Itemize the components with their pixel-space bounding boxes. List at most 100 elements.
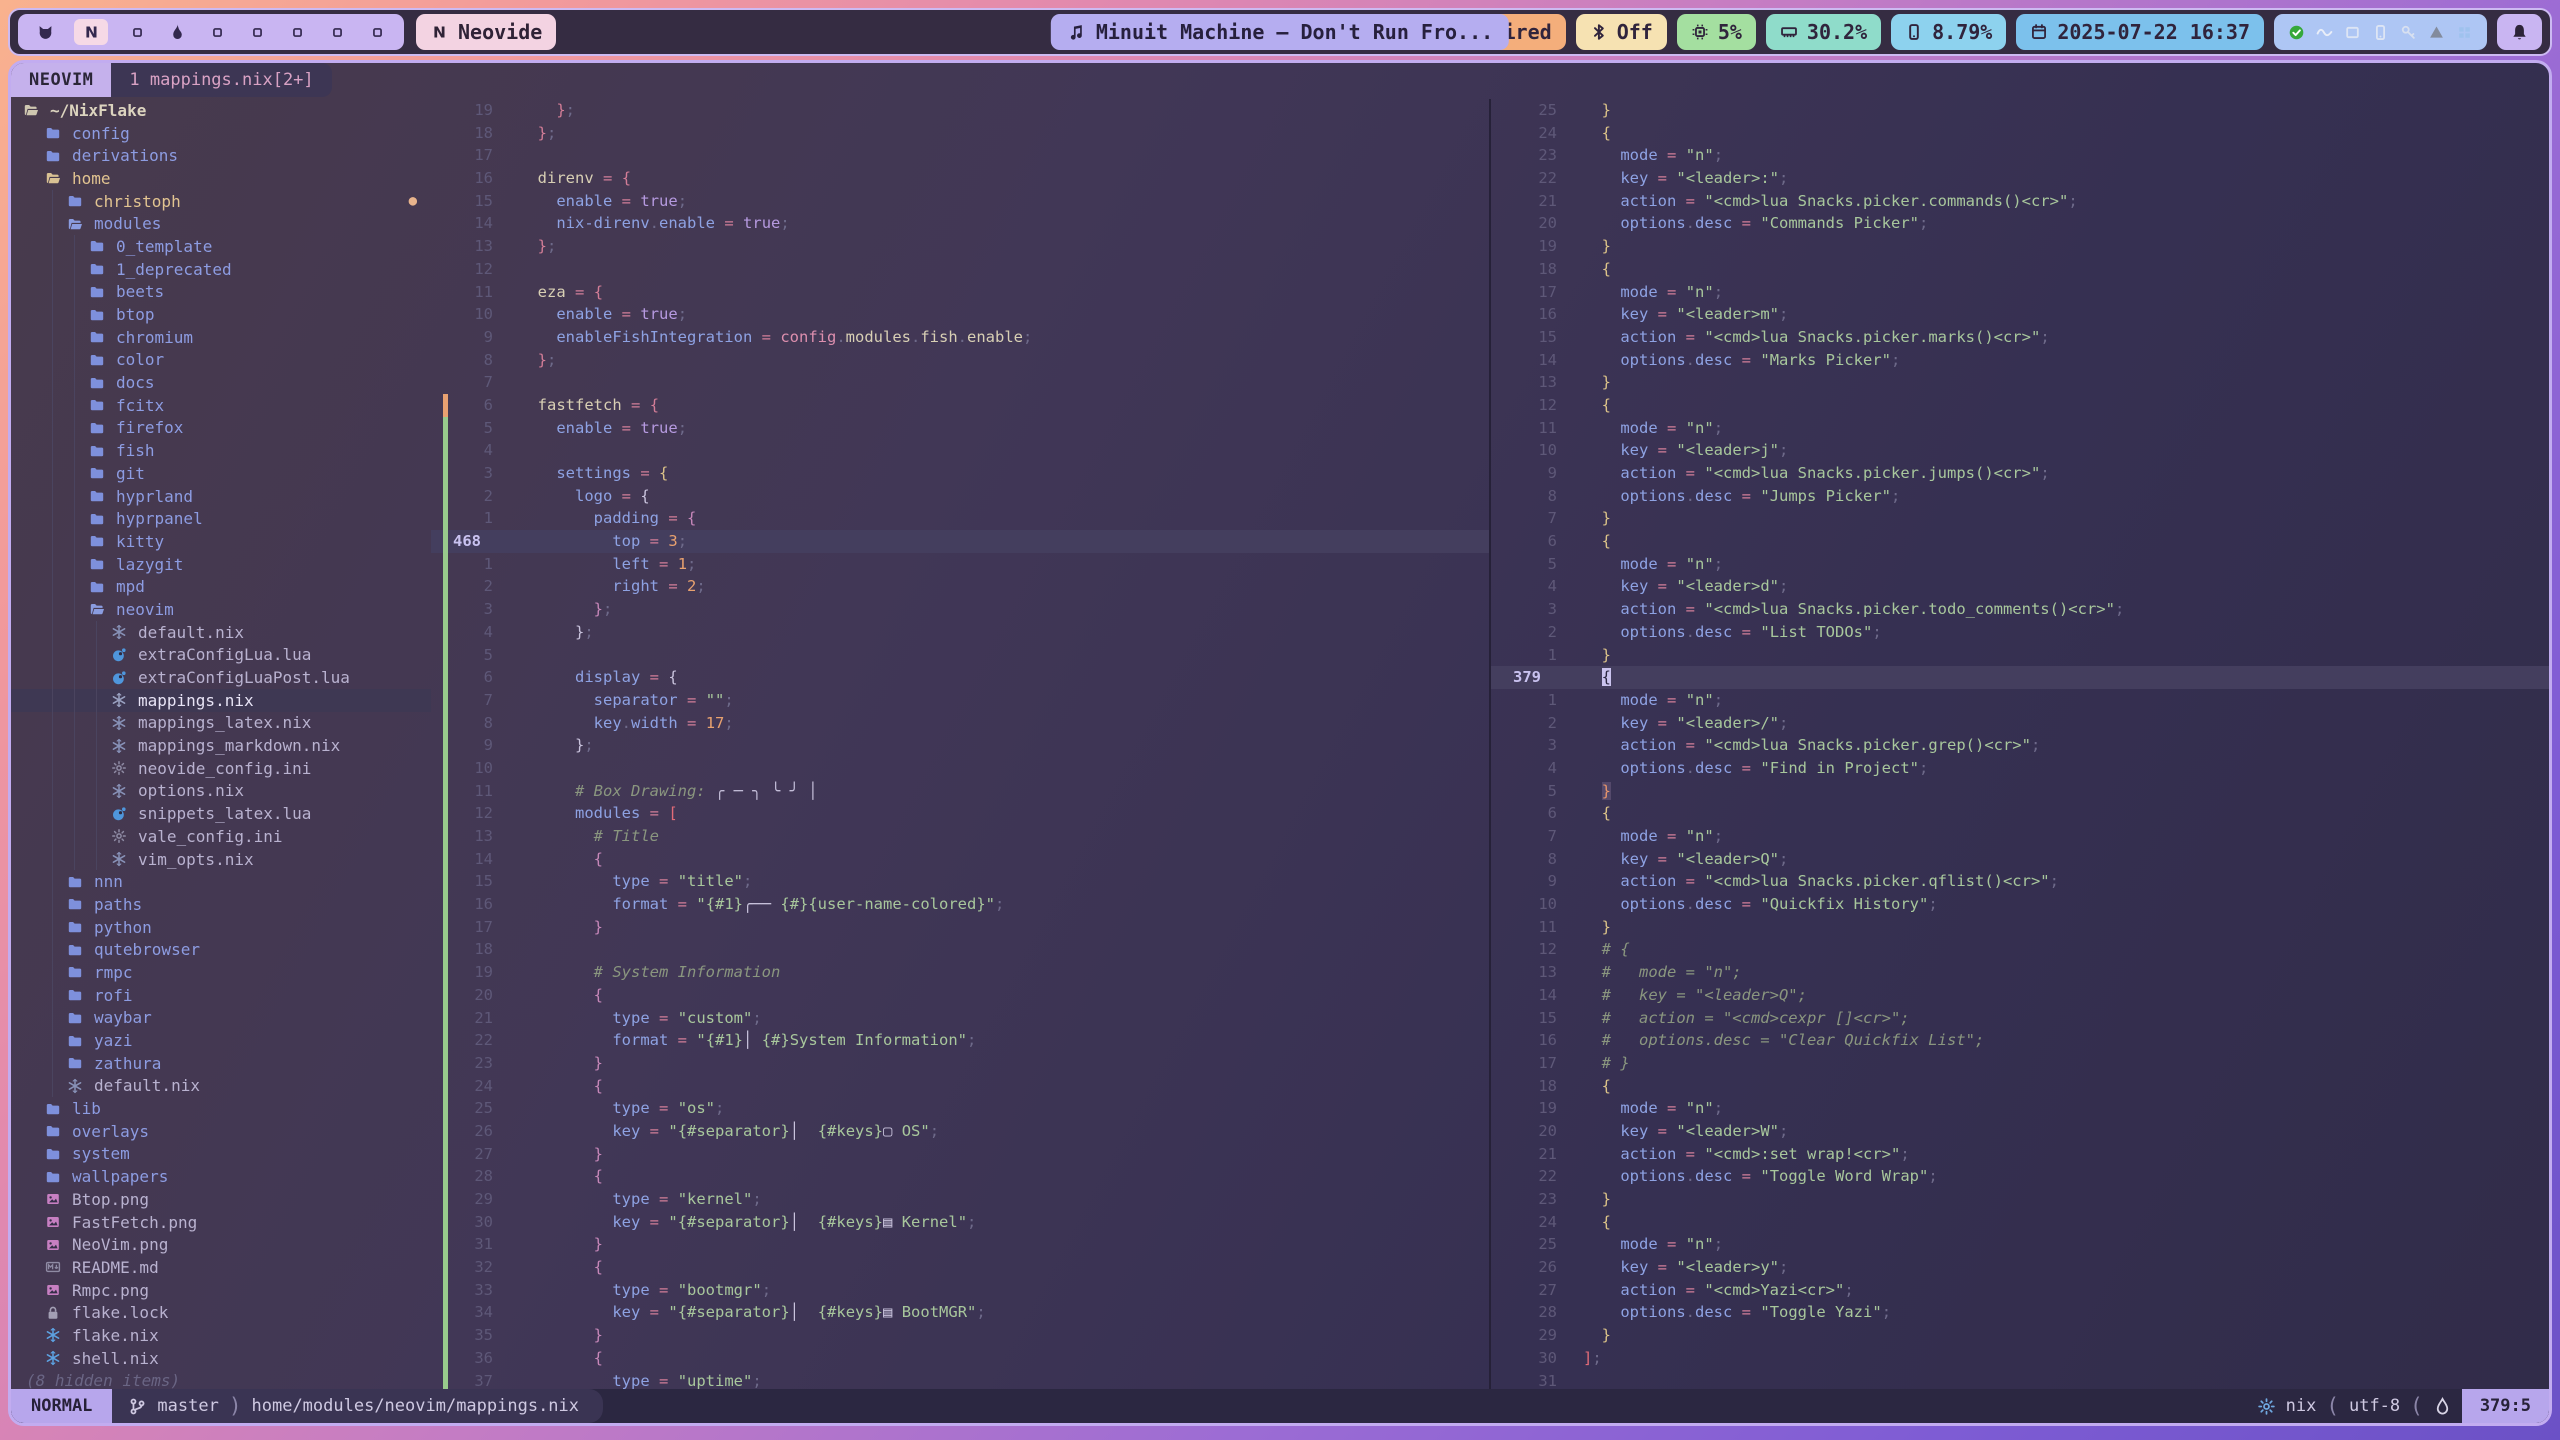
tree-item-config[interactable]: config	[11, 122, 431, 145]
code-line[interactable]: 20 options.desc = "Commands Picker";	[1491, 212, 2549, 235]
code-line[interactable]: 17 }	[431, 916, 1489, 939]
tree-item-yazi[interactable]: yazi	[11, 1029, 431, 1052]
workspace-9-square-icon[interactable]	[366, 19, 388, 45]
tree-item-christoph[interactable]: christoph●	[11, 190, 431, 213]
tree-item-system[interactable]: system	[11, 1143, 431, 1166]
code-line[interactable]: 25 type = "os";	[431, 1097, 1489, 1120]
tree-item-nnn[interactable]: nnn	[11, 870, 431, 893]
tray-window-icon[interactable]	[2344, 24, 2361, 41]
code-line[interactable]: 23 }	[1491, 1188, 2549, 1211]
code-line[interactable]: 17 mode = "n";	[1491, 281, 2549, 304]
code-line[interactable]: 8 key = "<leader>Q";	[1491, 848, 2549, 871]
code-line[interactable]: 15 # action = "<cmd>cexpr []<cr>";	[1491, 1007, 2549, 1030]
code-line[interactable]: 2 logo = {	[431, 485, 1489, 508]
tree-item-color[interactable]: color	[11, 349, 431, 372]
tree-item-hyprpanel[interactable]: hyprpanel	[11, 507, 431, 530]
code-line[interactable]: 4 key = "<leader>d";	[1491, 575, 2549, 598]
code-line[interactable]: 8 options.desc = "Jumps Picker";	[1491, 485, 2549, 508]
code-line[interactable]: 18 };	[431, 122, 1489, 145]
code-line[interactable]: 6 display = {	[431, 666, 1489, 689]
tree-item-rmpc[interactable]: rmpc	[11, 961, 431, 984]
code-line[interactable]: 18 {	[1491, 1075, 2549, 1098]
code-line[interactable]: 36 {	[431, 1347, 1489, 1370]
tree-item-Btop.png[interactable]: Btop.png	[11, 1188, 431, 1211]
code-line[interactable]: 26 key = "<leader>y";	[1491, 1256, 2549, 1279]
git-branch-name[interactable]: master	[157, 1396, 218, 1416]
code-line[interactable]: 21 action = "<cmd>lua Snacks.picker.comm…	[1491, 190, 2549, 213]
code-line[interactable]: 10	[431, 757, 1489, 780]
code-line[interactable]: 14 nix-direnv.enable = true;	[431, 212, 1489, 235]
code-line[interactable]: 19 # System Information	[431, 961, 1489, 984]
tree-item-flake.nix[interactable]: flake.nix	[11, 1324, 431, 1347]
code-line[interactable]: 24 {	[431, 1075, 1489, 1098]
code-line[interactable]: 7 separator = "";	[431, 689, 1489, 712]
code-line[interactable]: 13 # mode = "n";	[1491, 961, 2549, 984]
code-line[interactable]: 13 # Title	[431, 825, 1489, 848]
code-line[interactable]: 32 {	[431, 1256, 1489, 1279]
code-line[interactable]: 9 action = "<cmd>lua Snacks.picker.jumps…	[1491, 462, 2549, 485]
tree-item-python[interactable]: python	[11, 916, 431, 939]
tree-item-fish[interactable]: fish	[11, 439, 431, 462]
tree-item-lib[interactable]: lib	[11, 1097, 431, 1120]
code-line[interactable]: 6 {	[1491, 802, 2549, 825]
code-line[interactable]: 10 enable = true;	[431, 303, 1489, 326]
code-line[interactable]: 3 settings = {	[431, 462, 1489, 485]
code-line[interactable]: 31 }	[431, 1233, 1489, 1256]
tree-item-fcitx[interactable]: fcitx	[11, 394, 431, 417]
workspace-2-neovim-icon[interactable]: N	[74, 19, 108, 45]
code-line[interactable]: 28 {	[431, 1165, 1489, 1188]
code-line[interactable]: 14 {	[431, 848, 1489, 871]
clock-module[interactable]: 2025-07-22 16:37	[2016, 14, 2264, 50]
code-line[interactable]: 15 action = "<cmd>lua Snacks.picker.mark…	[1491, 326, 2549, 349]
code-line[interactable]: 7 mode = "n";	[1491, 825, 2549, 848]
tree-item-1_deprecated[interactable]: 1_deprecated	[11, 258, 431, 281]
code-line[interactable]: 16 format = "{#1}╭── {#}{user-name-color…	[431, 893, 1489, 916]
code-line[interactable]: 12 {	[1491, 394, 2549, 417]
code-line[interactable]: 6 fastfetch = {	[431, 394, 1489, 417]
code-line[interactable]: 25 mode = "n";	[1491, 1233, 2549, 1256]
code-line[interactable]: 1 left = 1;	[431, 553, 1489, 576]
code-line[interactable]: 15 type = "title";	[431, 870, 1489, 893]
code-line[interactable]: 16 direnv = {	[431, 167, 1489, 190]
tree-item-neovim[interactable]: neovim	[11, 598, 431, 621]
code-line[interactable]: 30 key = "{#separator}│ {#keys}▤ Kernel"…	[431, 1211, 1489, 1234]
media-player-module[interactable]: Minuit Machine – Don't Run Fro...	[1051, 14, 1509, 50]
tree-item-shell.nix[interactable]: shell.nix	[11, 1347, 431, 1370]
code-line[interactable]: 24 {	[1491, 122, 2549, 145]
tree-item-modules[interactable]: modules	[11, 212, 431, 235]
code-line[interactable]: 13 };	[431, 235, 1489, 258]
tree-item-mappings_markdown.nix[interactable]: mappings_markdown.nix	[11, 734, 431, 757]
code-line[interactable]: 8 key.width = 17;	[431, 712, 1489, 735]
code-line[interactable]: 11 mode = "n";	[1491, 417, 2549, 440]
code-line[interactable]: 1 mode = "n";	[1491, 689, 2549, 712]
tree-item-qutebrowser[interactable]: qutebrowser	[11, 938, 431, 961]
code-line[interactable]: 23 mode = "n";	[1491, 144, 2549, 167]
code-line[interactable]: 4 options.desc = "Find in Project";	[1491, 757, 2549, 780]
tree-item-mpd[interactable]: mpd	[11, 575, 431, 598]
code-line[interactable]: 25 }	[1491, 99, 2549, 122]
tree-item-hyprland[interactable]: hyprland	[11, 485, 431, 508]
code-line[interactable]: 18	[431, 938, 1489, 961]
tree-item-vim_opts.nix[interactable]: vim_opts.nix	[11, 848, 431, 871]
code-line[interactable]: 5 enable = true;	[431, 417, 1489, 440]
code-line[interactable]: 20 {	[431, 984, 1489, 1007]
tree-item-mappings_latex.nix[interactable]: mappings_latex.nix	[11, 712, 431, 735]
tree-item-README.md[interactable]: README.md	[11, 1256, 431, 1279]
tree-item-beets[interactable]: beets	[11, 281, 431, 304]
code-line[interactable]: 29 }	[1491, 1324, 2549, 1347]
code-line[interactable]: 1 }	[1491, 644, 2549, 667]
code-line[interactable]: 22 key = "<leader>:";	[1491, 167, 2549, 190]
code-line[interactable]: 21 type = "custom";	[431, 1007, 1489, 1030]
disk-module[interactable]: 8.79%	[1891, 14, 2006, 50]
code-line[interactable]: 17	[431, 144, 1489, 167]
tree-item-zathura[interactable]: zathura	[11, 1052, 431, 1075]
code-line-current[interactable]: 468 top = 3;	[431, 530, 1489, 553]
code-line[interactable]: 16 key = "<leader>m";	[1491, 303, 2549, 326]
memory-module[interactable]: 30.2%	[1766, 14, 1881, 50]
tree-item-FastFetch.png[interactable]: FastFetch.png	[11, 1211, 431, 1234]
active-window-module[interactable]: N Neovide	[416, 14, 556, 50]
code-line[interactable]: 12 modules = [	[431, 802, 1489, 825]
tree-item-mappings.nix[interactable]: mappings.nix	[11, 689, 431, 712]
code-line[interactable]: 6 {	[1491, 530, 2549, 553]
tree-item-btop[interactable]: btop	[11, 303, 431, 326]
